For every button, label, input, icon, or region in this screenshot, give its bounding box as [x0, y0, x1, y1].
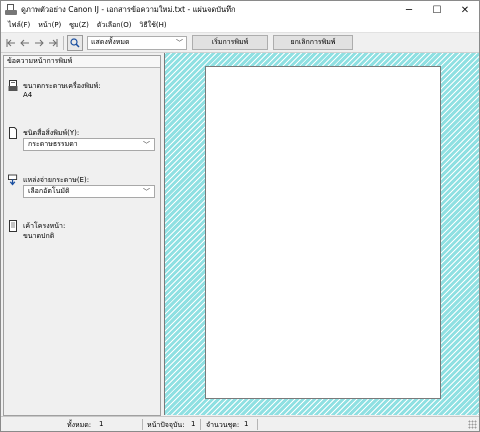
view-mode-value: แสดงทั้งหมด — [91, 38, 130, 46]
previous-page-button[interactable] — [18, 36, 32, 50]
start-print-button[interactable]: เริ่มการพิมพ์ — [192, 35, 268, 50]
menu-help[interactable]: วิธีใช้(H) — [135, 20, 170, 31]
window-title: ดูภาพตัวอย่าง Canon IJ - เอกสารข้อความให… — [21, 5, 236, 14]
next-page-button[interactable] — [32, 36, 46, 50]
close-button[interactable]: ✕ — [451, 1, 479, 19]
first-page-icon — [6, 38, 15, 47]
media-type-select[interactable]: กระดาษธรรมดา ﹀ — [23, 138, 155, 151]
paper-size-value: A4 — [23, 91, 33, 99]
paper-source-select[interactable]: เลือกอัตโนมัติ ﹀ — [23, 185, 155, 198]
maximize-button[interactable]: ☐ — [423, 1, 451, 19]
copies-value: 1 — [244, 420, 249, 428]
preview-window: ดูภาพตัวอย่าง Canon IJ - เอกสารข้อความให… — [0, 0, 480, 432]
menu-options[interactable]: ตัวเลือก(O) — [93, 20, 136, 31]
zoom-icon — [70, 37, 80, 48]
panel-header: ข้อความหน้าการพิมพ์ — [4, 56, 160, 68]
media-type-section: ชนิดสื่อสิ่งพิมพ์(Y): กระดาษธรรมดา ﹀ — [8, 127, 160, 153]
status-separator — [142, 419, 143, 430]
preview-page — [205, 66, 441, 399]
size-grip-icon[interactable] — [468, 420, 477, 429]
document-icon — [9, 127, 17, 139]
page-layout-icon — [9, 220, 17, 232]
paper-source-icon — [8, 174, 18, 186]
paper-source-section: แหล่งจ่ายกระดาษ(E): เลือกอัตโนมัติ ﹀ — [8, 174, 160, 200]
paper-size-label: ขนาดกระดาษเครื่องพิมพ์: — [23, 82, 101, 90]
current-page-value: 1 — [191, 420, 196, 428]
paper-size-section: ขนาดกระดาษเครื่องพิมพ์: A4 — [8, 80, 158, 106]
status-separator — [257, 419, 258, 430]
minimize-button[interactable]: ─ — [395, 1, 423, 19]
chevron-down-icon: ﹀ — [176, 38, 183, 47]
printer-app-icon — [5, 4, 17, 16]
preview-area[interactable] — [164, 53, 479, 415]
menu-file[interactable]: ไฟล์(F) — [4, 20, 34, 31]
menu-bar: ไฟล์(F) หน้า(P) ซูม(Z) ตัวเลือก(O) วิธีใ… — [1, 19, 479, 33]
toolbar-separator — [63, 35, 64, 50]
first-page-button[interactable] — [4, 36, 18, 50]
chevron-down-icon: ﹀ — [143, 140, 150, 149]
view-mode-select[interactable]: แสดงทั้งหมด ﹀ — [87, 35, 187, 50]
status-bar: ทั้งหมด: 1 หน้าปัจจุบัน: 1 จำนวนชุด: 1 — [1, 416, 479, 431]
print-settings-panel: ข้อความหน้าการพิมพ์ ขนาดกระดาษเครื่องพิม… — [3, 55, 161, 416]
title-bar: ดูภาพตัวอย่าง Canon IJ - เอกสารข้อความให… — [1, 1, 479, 19]
total-pages-label: ทั้งหมด: — [67, 421, 92, 429]
menu-zoom[interactable]: ซูม(Z) — [65, 20, 93, 31]
zoom-button[interactable] — [67, 34, 83, 51]
copies-label: จำนวนชุด: — [206, 421, 240, 429]
previous-page-icon — [20, 39, 29, 46]
media-type-value: กระดาษธรรมดา — [28, 140, 78, 148]
total-pages-value: 1 — [99, 420, 104, 428]
page-layout-value: ขนาดปกติ — [23, 232, 55, 240]
toolbar: แสดงทั้งหมด ﹀ เริ่มการพิมพ์ ยกเลิกการพิม… — [1, 33, 479, 53]
paper-source-value: เลือกอัตโนมัติ — [28, 187, 70, 195]
next-page-icon — [35, 39, 44, 46]
page-layout-section: เค้าโครงหน้า: ขนาดปกติ — [8, 220, 158, 246]
chevron-down-icon: ﹀ — [143, 187, 150, 196]
last-page-button[interactable] — [46, 36, 60, 50]
printer-paper-icon — [8, 80, 18, 91]
cancel-print-button[interactable]: ยกเลิกการพิมพ์ — [273, 35, 353, 50]
current-page-label: หน้าปัจจุบัน: — [147, 421, 185, 429]
status-separator — [200, 419, 201, 430]
menu-page[interactable]: หน้า(P) — [34, 20, 65, 31]
last-page-icon — [49, 38, 58, 47]
